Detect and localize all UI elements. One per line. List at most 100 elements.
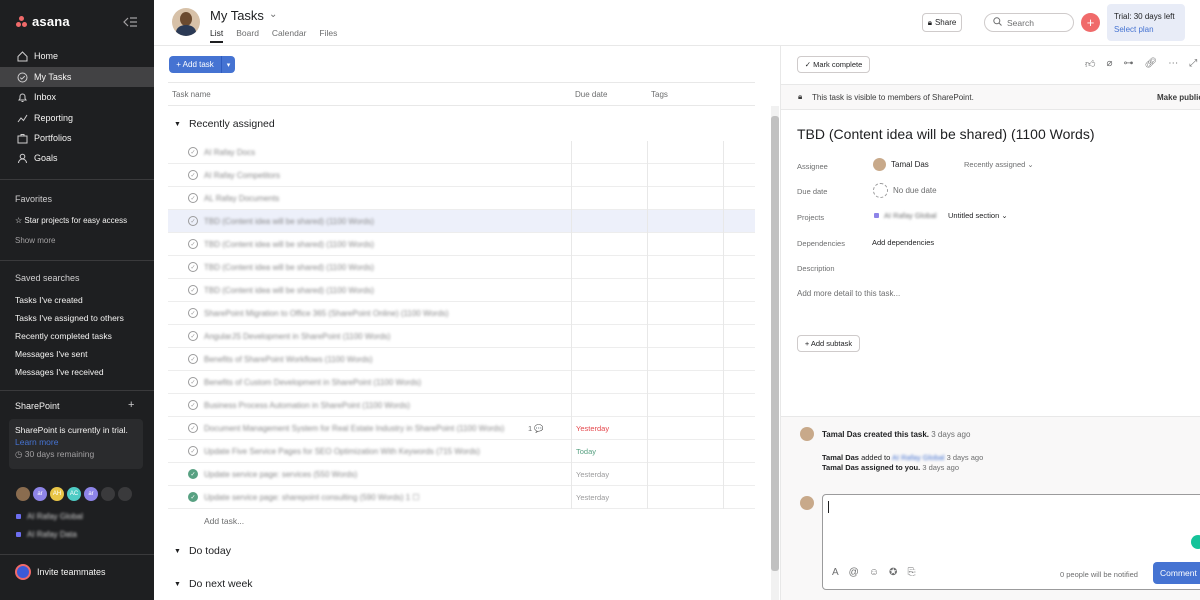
complete-checkbox-icon[interactable]: ✓ <box>188 331 198 341</box>
nav-portfolios[interactable]: Portfolios <box>0 128 154 148</box>
activity-project-link[interactable]: AI Rafay Global <box>892 453 945 462</box>
add-task-inline[interactable]: Add task... <box>204 516 244 526</box>
add-subtask-button[interactable]: + Add subtask <box>797 335 860 352</box>
complete-checkbox-icon[interactable]: ✓ <box>188 423 198 433</box>
scrollbar-thumb[interactable] <box>771 116 779 571</box>
task-row[interactable]: ✓ AL Rafay Documents <box>168 187 755 210</box>
task-name[interactable]: Document Management System for Real Esta… <box>204 424 504 433</box>
invite-teammates-button[interactable]: Invite teammates <box>15 564 106 580</box>
task-name[interactable]: Update Five Service Pages for SEO Optimi… <box>204 447 480 456</box>
saved-search-item[interactable]: Tasks I've assigned to others <box>15 313 124 323</box>
task-row[interactable]: ✓ AngularJS Development in SharePoint (11… <box>168 325 755 348</box>
emoji-icon[interactable]: ☺ <box>869 567 879 578</box>
expand-icon[interactable]: ⤢ <box>1189 58 1197 70</box>
assignee-section-dropdown[interactable]: Recently assigned ⌄ <box>964 160 1034 169</box>
task-row[interactable]: ✓ Update Five Service Pages for SEO Optim… <box>168 440 755 463</box>
assignee-field[interactable]: Tamal Das <box>873 158 929 171</box>
due-date-field[interactable]: No due date <box>873 183 937 198</box>
column-header-due-date[interactable]: Due date <box>571 82 647 106</box>
nav-reporting[interactable]: Reporting <box>0 108 154 128</box>
learn-more-link[interactable]: Learn more <box>15 437 137 447</box>
tab-calendar[interactable]: Calendar <box>272 28 307 43</box>
task-row[interactable]: ✓ TBD (Content idea will be shared) (1100… <box>168 279 755 302</box>
task-row[interactable]: ✓ AI Rafay Docs <box>168 141 755 164</box>
task-name[interactable]: Update service page: services (550 Words… <box>204 470 357 479</box>
task-name[interactable]: TBD (Content idea will be shared) (1100 … <box>204 217 374 226</box>
complete-checkbox-icon[interactable]: ✓ <box>188 285 198 295</box>
task-due-date[interactable]: Yesterday <box>576 470 609 479</box>
tab-list[interactable]: List <box>210 28 224 43</box>
task-row[interactable]: ✓ AI Rafay Competitors <box>168 164 755 187</box>
avatar[interactable]: AH <box>50 487 64 501</box>
task-row[interactable]: ✓ TBD (Content idea will be shared) (1100… <box>168 256 755 279</box>
task-name[interactable]: Business Process Automation in SharePoin… <box>204 401 410 410</box>
mark-complete-button[interactable]: ✓ Mark complete <box>797 56 870 73</box>
star-icon[interactable]: ✪ <box>889 567 897 578</box>
add-task-button[interactable]: + Add task <box>169 56 221 73</box>
task-name[interactable]: SharePoint Migration to Office 365 (Shar… <box>204 309 449 318</box>
attachment-icon[interactable]: ⎘ <box>907 567 915 578</box>
column-header-tags[interactable]: Tags <box>647 82 723 106</box>
task-name[interactable]: AI Rafay Competitors <box>204 171 280 180</box>
task-name[interactable]: Update service page: sharepoint consulti… <box>204 493 420 502</box>
tab-board[interactable]: Board <box>236 28 259 43</box>
user-avatar[interactable] <box>172 8 200 36</box>
avatar[interactable] <box>16 487 30 501</box>
task-row[interactable]: ✓ TBD (Content idea will be shared) (1100… <box>168 210 755 233</box>
sidebar-project[interactable]: AI Rafay Global <box>16 512 83 521</box>
task-due-date[interactable]: Yesterday <box>576 493 609 502</box>
task-row[interactable]: ✓ Benefits of SharePoint Workflows (1100 … <box>168 348 755 371</box>
column-header-task-name[interactable]: Task name <box>168 82 571 106</box>
comment-input[interactable]: A @ ☺ ✪ ⎘ 0 people will be notified Comm… <box>822 494 1200 590</box>
search-input[interactable]: Search <box>984 13 1074 32</box>
task-row[interactable]: ✓ TBD (Content idea will be shared) (1100… <box>168 233 755 256</box>
complete-checkbox-icon[interactable]: ✓ <box>188 262 198 272</box>
task-row[interactable]: ✓ Benefits of Custom Development in Share… <box>168 371 755 394</box>
task-name[interactable]: TBD (Content idea will be shared) (1100 … <box>204 263 374 272</box>
complete-checkbox-icon[interactable]: ✓ <box>188 193 198 203</box>
avatar[interactable]: ar <box>84 487 98 501</box>
attachment-icon[interactable]: ⌀ <box>1106 58 1112 70</box>
task-due-date[interactable]: Yesterday <box>576 424 609 433</box>
chevron-down-icon[interactable]: ⌄ <box>269 9 277 20</box>
tab-files[interactable]: Files <box>319 28 337 43</box>
mention-icon[interactable]: @ <box>849 567 859 578</box>
comment-button[interactable]: Comment <box>1153 562 1200 584</box>
complete-checkbox-icon[interactable]: ✓ <box>188 354 198 364</box>
project-section-dropdown[interactable]: Untitled section ⌄ <box>948 211 1008 220</box>
task-row[interactable]: ✓ Document Management System for Real Est… <box>168 417 755 440</box>
complete-checkbox-icon[interactable]: ✓ <box>188 377 198 387</box>
task-row[interactable]: ✓ Business Process Automation in SharePoi… <box>168 394 755 417</box>
avatar[interactable] <box>800 427 814 441</box>
share-button[interactable]: 🔒︎ Share <box>922 13 962 32</box>
task-due-date[interactable]: Today <box>576 447 596 456</box>
saved-search-item[interactable]: Tasks I've created <box>15 295 83 305</box>
project-chip[interactable]: AI Rafay Global <box>874 211 937 220</box>
task-title[interactable]: TBD (Content idea will be shared) (1100 … <box>797 126 1095 142</box>
avatar-placeholder[interactable] <box>118 487 132 501</box>
task-name[interactable]: TBD (Content idea will be shared) (1100 … <box>204 240 374 249</box>
link-icon[interactable]: 🔗︎ <box>1144 58 1157 70</box>
subtask-icon[interactable]: ⊶ <box>1123 58 1133 70</box>
task-name[interactable]: TBD (Content idea will be shared) (1100 … <box>204 286 374 295</box>
complete-checkbox-icon[interactable]: ✓ <box>188 446 198 456</box>
section-do-next-week[interactable]: ▼ Do next week <box>174 578 253 590</box>
nav-my-tasks[interactable]: My Tasks <box>0 67 154 87</box>
task-name[interactable]: AI Rafay Docs <box>204 148 255 157</box>
complete-checkbox-icon[interactable]: ✓ <box>188 308 198 318</box>
more-options-icon[interactable]: ⋯ <box>1168 58 1178 70</box>
complete-checkbox-icon[interactable]: ✓ <box>188 170 198 180</box>
complete-checkbox-icon[interactable]: ✓ <box>188 492 198 502</box>
avatar-placeholder[interactable] <box>101 487 115 501</box>
saved-search-item[interactable]: Messages I've sent <box>15 349 88 359</box>
complete-checkbox-icon[interactable]: ✓ <box>188 469 198 479</box>
task-row[interactable]: ✓ Update service page: sharepoint consult… <box>168 486 755 509</box>
format-text-icon[interactable]: A <box>832 567 839 578</box>
task-name[interactable]: AngularJS Development in SharePoint (110… <box>204 332 390 341</box>
grammarly-icon[interactable] <box>1191 535 1200 549</box>
select-plan-link[interactable]: Select plan <box>1114 23 1178 36</box>
add-dependencies-link[interactable]: Add dependencies <box>872 238 934 247</box>
complete-checkbox-icon[interactable]: ✓ <box>188 400 198 410</box>
complete-checkbox-icon[interactable]: ✓ <box>188 216 198 226</box>
comment-count[interactable]: 1 💬 <box>528 424 544 433</box>
